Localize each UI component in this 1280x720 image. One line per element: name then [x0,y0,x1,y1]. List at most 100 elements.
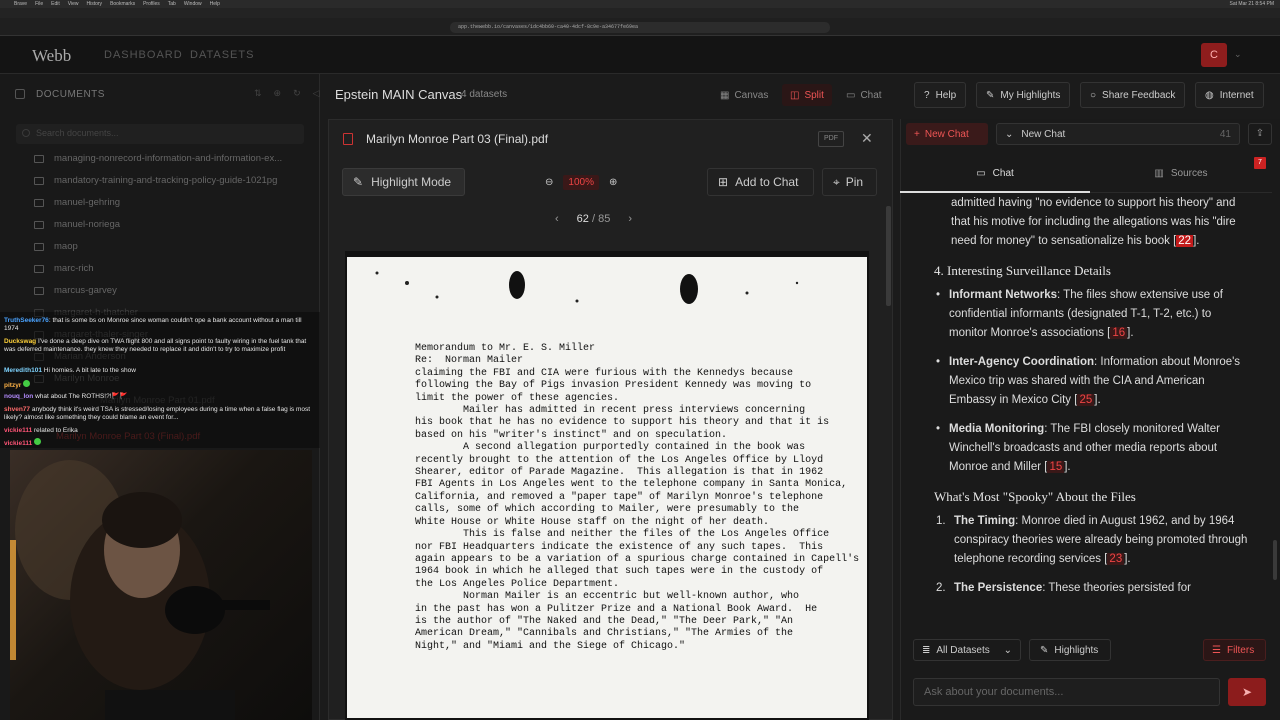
chat-message: Meredith101 Hi homies. A bit late to the… [4,367,136,374]
section-heading: What's Most "Spooky" About the Files [934,489,1136,504]
file-item[interactable]: mandatory-training-and-tracking-policy-g… [34,175,277,186]
citation[interactable]: 15 [1047,461,1065,473]
pdf-type-badge: PDF [818,131,844,147]
search-documents-input[interactable]: Search documents... [16,124,304,144]
file-item[interactable]: managing-nonrecord-information-and-infor… [34,153,282,164]
chat-count: 41 [1219,128,1231,140]
zoom-in-icon[interactable]: ⊕ [609,177,617,188]
canvas-title: Epstein MAIN Canvas [335,87,463,102]
send-icon: ➤ [1241,685,1253,699]
add-to-chat-button[interactable]: ⊞ Add to Chat [707,168,814,196]
avatar[interactable]: C [1201,43,1227,67]
menu-history[interactable]: History [87,1,103,7]
menu-help[interactable]: Help [210,1,220,7]
highlights-button[interactable]: ✎ Highlights [1029,639,1111,661]
emote-icon [23,380,31,387]
upload-icon[interactable]: ⊕ [274,88,282,99]
nav-datasets[interactable]: DATASETS [190,49,254,61]
menu-view[interactable]: View [68,1,79,7]
chat-message: vickie111 [4,438,316,448]
view-chat-button[interactable]: ▭ Chat [838,84,890,106]
list-item: • Informant Networks: The files show exte… [936,289,1223,339]
clock: Sat Mar 21 8:54 PM [1229,1,1274,7]
book-icon: ▥ [1154,168,1164,179]
menu-bookmarks[interactable]: Bookmarks [110,1,135,7]
filters-button[interactable]: ☰ Filters [1203,639,1266,661]
menu-tab[interactable]: Tab [168,1,176,7]
folder-icon [34,176,44,185]
close-icon[interactable]: ✕ [861,130,873,147]
url-field[interactable]: app.thewebb.io/canvases/1dc4bb60-ca40-4d… [450,22,830,33]
file-item[interactable]: marcus-garvey [34,285,117,296]
pdf-page: Memorandum to Mr. E. S. Miller Re: Norman… [345,251,869,720]
citation[interactable]: 16 [1110,327,1128,339]
send-button[interactable]: ➤ [1228,678,1266,706]
refresh-icon[interactable]: ↻ [293,88,301,99]
file-item[interactable]: marc-rich [34,263,94,274]
pin-button[interactable]: ⌖ Pin [822,168,877,196]
menu-profiles[interactable]: Profiles [143,1,160,7]
highlight-mode-button[interactable]: ✎ Highlight Mode [342,168,465,196]
chat-message: TruthSeeker76: that is some bs on Monroe… [4,317,302,332]
zoom-out-icon[interactable]: ⊖ [545,177,553,188]
zoom-controls: ⊖ 100% ⊕ [545,175,617,190]
file-item[interactable]: manuel-noriega [34,219,120,230]
file-item[interactable]: manuel-gehring [34,197,120,208]
tab-sources[interactable]: ▥ Sources [1090,155,1272,193]
folder-icon [34,242,44,251]
mac-menu-bar: Brave File Edit View History Bookmarks P… [0,0,1280,8]
memo-text[interactable]: Memorandum to Mr. E. S. Miller Re: Norman… [415,343,859,653]
dataset-count: 4 datasets [461,89,508,100]
emote-icon [34,438,42,445]
chevron-down-icon: ⌄ [1003,644,1012,656]
sidebar-tools: ⇅ ⊕ ↻ ◁ [254,88,320,99]
all-datasets-select[interactable]: ≣ All Datasets ⌄ [913,639,1021,661]
chevron-left-icon[interactable]: ‹ [555,213,559,225]
zoom-level[interactable]: 100% [563,175,599,190]
ask-input[interactable]: Ask about your documents... [913,678,1220,706]
new-chat-button[interactable]: + New Chat [906,123,988,145]
internet-button[interactable]: ◍ Internet [1195,82,1264,108]
chat-messages: admitted having "no evidence to support … [920,194,1250,627]
chat-selector[interactable]: ⌄ New Chat 41 [996,123,1240,145]
section-heading: 4. Interesting Surveillance Details [934,263,1111,278]
file-item[interactable]: maop [34,241,78,252]
webcam-feed [10,450,312,720]
chevron-right-icon[interactable]: › [628,213,632,225]
app-logo[interactable]: Webb [32,46,71,66]
chat-message: vickie111 related to Erika [4,427,78,434]
view-split-button[interactable]: ◫ Split [782,84,832,106]
sort-icon[interactable]: ⇅ [254,88,262,99]
chat-message: nouq_lon what about The ROTHS!?!🚩🚩 [4,393,128,400]
citation[interactable]: 23 [1107,553,1125,565]
share-icon[interactable]: ⇪ [1248,123,1272,145]
list-item: • Inter-Agency Coordination: Information … [936,356,1241,406]
menu-brave[interactable]: Brave [14,1,27,7]
share-feedback-button[interactable]: ○ Share Feedback [1080,82,1186,108]
current-page[interactable]: 62 [577,213,589,225]
pdf-file-icon [343,133,353,145]
my-highlights-button[interactable]: ✎ My Highlights [976,82,1071,108]
folder-icon [34,286,44,295]
menu-file[interactable]: File [35,1,43,7]
highlighter-icon: ✎ [986,89,995,101]
collapse-icon[interactable]: ◁ [313,88,320,99]
numbered-item: 2. The Persistence: These theories persis… [936,582,1191,594]
chevron-down-icon[interactable]: ⌄ [1234,49,1242,60]
panel-icon[interactable] [15,89,25,99]
tab-chat[interactable]: ▭ Chat [900,155,1090,193]
chat-scrollbar[interactable] [1273,540,1277,580]
split-icon: ◫ [790,89,800,101]
browser-tab-bar[interactable] [0,8,1280,18]
menu-edit[interactable]: Edit [51,1,60,7]
pdf-scrollbar[interactable] [886,206,891,306]
database-icon: ≣ [922,644,931,656]
help-button[interactable]: ? Help [914,82,967,108]
menu-window[interactable]: Window [184,1,202,7]
citation-22[interactable]: 22 [1176,235,1194,247]
view-canvas-button[interactable]: ▦ Canvas [712,84,776,106]
folder-icon [34,264,44,273]
nav-dashboard[interactable]: DASHBOARD [104,49,183,61]
citation[interactable]: 25 [1077,394,1095,406]
folder-icon [34,198,44,207]
